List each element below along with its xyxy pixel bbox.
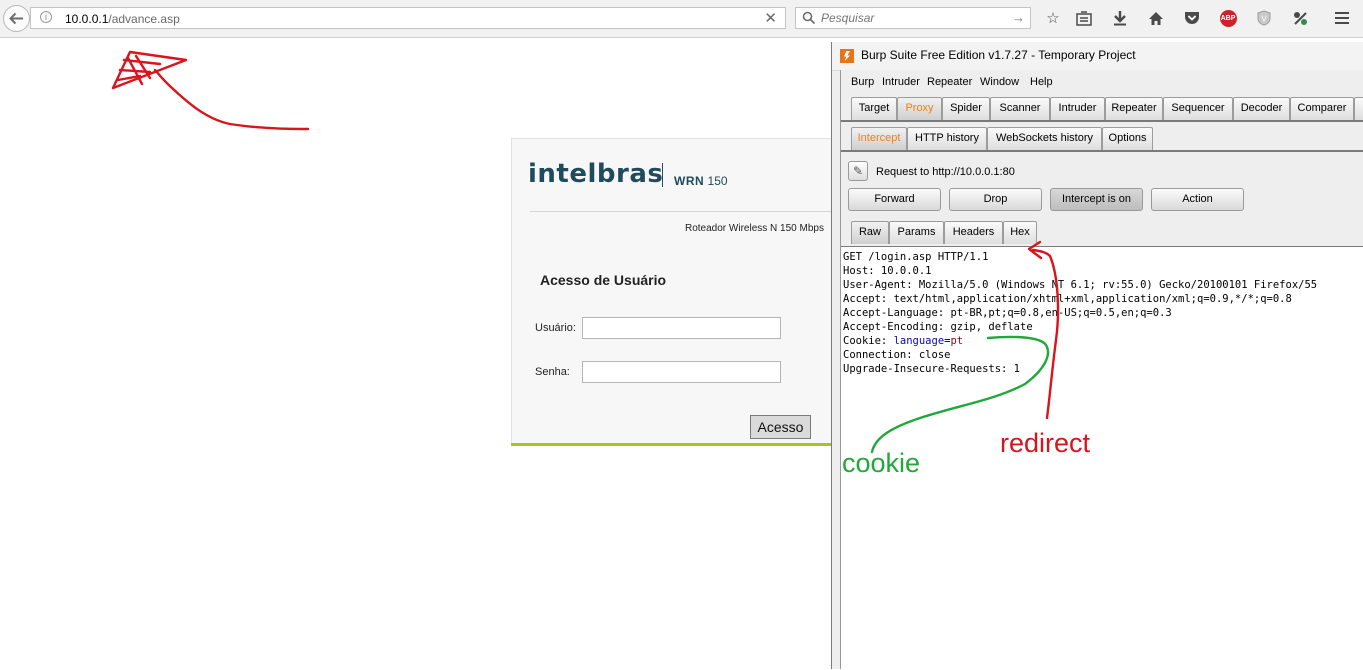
intercept-toggle-button[interactable]: Intercept is on [1050,188,1143,211]
tab-hex[interactable]: Hex [1003,221,1037,244]
address-bar[interactable]: i 10.0.0.1/advance.asp ✕ [30,7,786,29]
pocket-icon[interactable] [1182,8,1202,28]
red-arrow-to-url [111,50,310,131]
burp-body: Burp Intruder Repeater Window Help Targe… [840,70,1363,670]
menu-bar: Burp Intruder Repeater Window Help [841,70,1363,94]
hamburger-menu-icon[interactable] [1332,8,1352,28]
proxy-tab-underline [841,150,1363,152]
panel-accent-line [511,443,833,446]
router-description: Roteador Wireless N 150 Mbps [685,223,824,234]
menu-help[interactable]: Help [1030,76,1053,88]
login-title: Acesso de Usuário [540,272,667,288]
drop-button[interactable]: Drop [949,188,1042,211]
tab-spider[interactable]: Spider [942,97,990,120]
burp-logo-icon [840,49,854,63]
cookie-name: language [893,335,945,347]
tab-decoder[interactable]: Decoder [1233,97,1290,120]
adblock-badge: ABP [1219,9,1237,27]
forward-button[interactable]: Forward [848,188,941,211]
router-login-panel: intelbras WRN 150 Roteador Wireless N 15… [511,138,834,445]
menu-burp[interactable]: Burp [851,76,874,88]
close-icon[interactable]: ✕ [764,9,777,27]
search-box[interactable]: Pesquisar → [795,7,1031,29]
tab-repeater[interactable]: Repeater [1105,97,1163,120]
tab-intruder[interactable]: Intruder [1050,97,1105,120]
intelbras-logo: intelbras [528,159,664,189]
request-line: Host: 10.0.0.1 [843,265,932,277]
action-button[interactable]: Action [1151,188,1244,211]
url-host: 10.0.0.1 [65,12,109,26]
password-label: Senha: [535,366,570,378]
tab-params[interactable]: Params [889,221,944,244]
tab-http-history[interactable]: HTTP history [907,127,987,150]
model-prefix: WRN [674,174,705,188]
tab-proxy[interactable]: Proxy [897,97,942,120]
request-line: Accept-Encoding: gzip, deflate [843,321,1033,333]
menu-window[interactable]: Window [980,76,1019,88]
tab-options[interactable]: Options [1102,127,1153,150]
search-icon [802,11,816,25]
main-tabs: Target Proxy Spider Scanner Intruder Rep… [841,97,1363,121]
divider [530,211,832,212]
window-title: Burp Suite Free Edition v1.7.27 - Tempor… [861,48,1136,62]
url-text[interactable]: 10.0.0.1/advance.asp [65,12,180,26]
menu-repeater[interactable]: Repeater [927,76,972,88]
adblock-icon[interactable]: ABP [1218,8,1238,28]
request-line: Accept: text/html,application/xhtml+xml,… [843,293,1292,305]
menu-intruder[interactable]: Intruder [882,76,920,88]
request-line: GET /login.asp HTTP/1.1 [843,251,989,263]
cookie-value: pt [950,335,964,347]
logo-separator [662,163,663,187]
svg-text:V: V [1261,15,1267,24]
go-arrow-icon[interactable]: → [1012,10,1025,25]
download-icon[interactable] [1110,8,1130,28]
username-field[interactable] [582,317,781,339]
request-line: Connection: close [843,349,951,361]
proxy-tabs: Intercept HTTP history WebSockets histor… [841,127,1363,151]
cookie-header: Cookie: [843,335,894,347]
back-arrow-icon [9,12,23,25]
tab-overflow[interactable] [1354,97,1363,120]
request-line: User-Agent: Mozilla/5.0 (Windows NT 6.1;… [843,279,1318,291]
edit-pencil-icon[interactable]: ✎ [848,161,868,181]
browser-toolbar: i 10.0.0.1/advance.asp ✕ Pesquisar → ☆ A… [0,0,1363,38]
url-path: /advance.asp [108,12,180,26]
reading-list-icon[interactable] [1074,8,1094,28]
burp-titlebar: Burp Suite Free Edition v1.7.27 - Tempor… [832,42,1363,71]
username-label: Usuário: [535,322,576,334]
extension-tools-icon[interactable] [1290,8,1310,28]
burp-window: Burp Suite Free Edition v1.7.27 - Tempor… [831,42,1363,670]
request-target: Request to http://10.0.0.1:80 [876,166,1015,178]
router-model: WRN 150 [674,174,728,188]
tab-sequencer[interactable]: Sequencer [1163,97,1233,120]
request-line: Upgrade-Insecure-Requests: 1 [843,363,1021,375]
tab-headers[interactable]: Headers [944,221,1003,244]
cookie-annotation: cookie [842,448,921,478]
tab-underline [841,120,1363,122]
home-icon[interactable] [1146,8,1166,28]
tab-websockets-history[interactable]: WebSockets history [987,127,1102,150]
login-button[interactable]: Acesso [750,415,811,439]
cookie-line: Cookie: language=pt [843,335,963,347]
tab-scanner[interactable]: Scanner [990,97,1050,120]
view-tabs: Raw Params Headers Hex [841,221,1363,245]
tab-intercept[interactable]: Intercept [851,127,907,150]
model-number: 150 [707,174,728,188]
star-icon[interactable]: ☆ [1043,8,1063,28]
tab-comparer[interactable]: Comparer [1290,97,1354,120]
search-input[interactable]: Pesquisar [821,11,874,25]
back-button[interactable] [3,5,30,32]
tab-target[interactable]: Target [851,97,897,120]
redirect-annotation: redirect [1000,428,1091,458]
request-line: Accept-Language: pt-BR,pt;q=0.8,en-US;q=… [843,307,1172,319]
password-field[interactable] [582,361,781,383]
info-icon[interactable]: i [40,11,52,23]
shield-icon[interactable]: V [1254,8,1274,28]
tab-raw[interactable]: Raw [851,221,889,244]
